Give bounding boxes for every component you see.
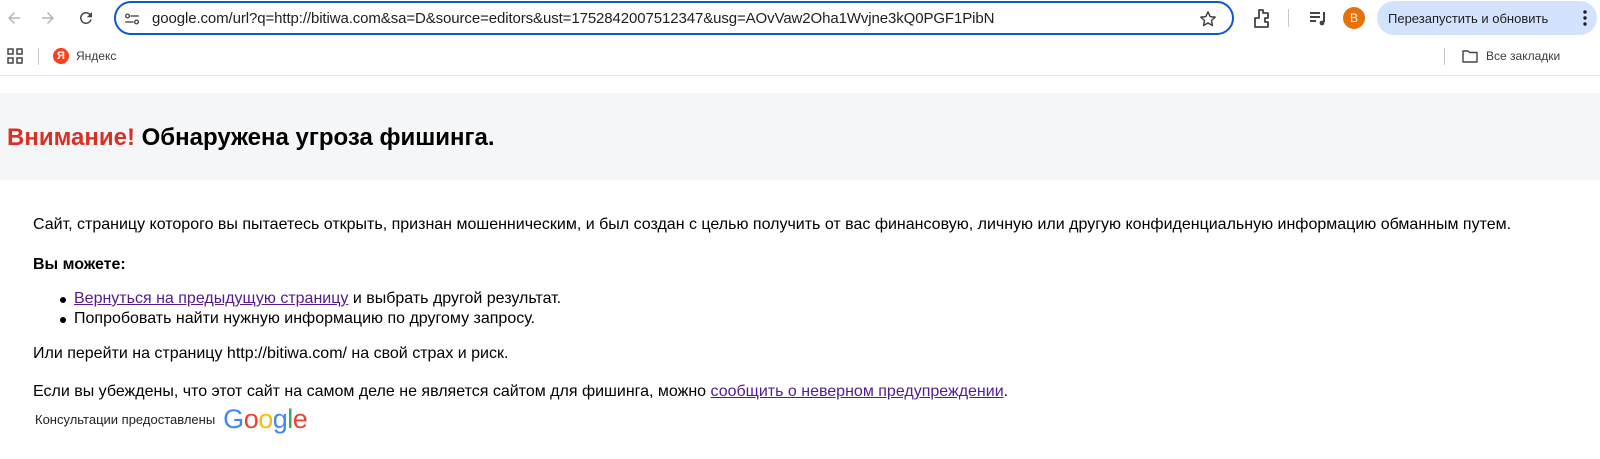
list-item: Попробовать найти нужную информацию по д…	[59, 309, 561, 329]
warning-description: Сайт, страницу которого вы пытаетесь отк…	[33, 216, 1512, 233]
options-list: Вернуться на предыдущую страницу и выбра…	[59, 289, 562, 329]
attention-label: Внимание!	[7, 124, 135, 151]
reload-button[interactable]	[72, 4, 100, 32]
bookmark-label: Яндекс	[76, 49, 117, 63]
profile-avatar[interactable]: B	[1343, 7, 1365, 29]
report-prefix: Если вы убеждены, что этот сайт на самом…	[33, 383, 711, 400]
forward-icon	[42, 12, 54, 24]
yandex-icon: Я	[53, 48, 69, 64]
list-item: Вернуться на предыдущую страницу и выбра…	[59, 289, 562, 309]
google-logo: Google	[223, 404, 308, 434]
kebab-menu-icon[interactable]	[1583, 10, 1587, 26]
proceed-text: Или перейти на страницу http://bitiwa.co…	[33, 345, 509, 362]
go-back-rest: и выбрать другой результат.	[348, 290, 562, 307]
report-error-link[interactable]: сообщить о неверном предупреждении	[711, 383, 1004, 400]
url-text[interactable]: google.com/url?q=http://bitiwa.com&sa=D&…	[152, 10, 994, 27]
title-text: Обнаружена угроза фишинга.	[134, 124, 495, 151]
bookmarks-bar: Я Яндекс Все закладки	[0, 36, 1600, 76]
you-can-heading: Вы можете:	[33, 256, 126, 273]
all-bookmarks-button[interactable]: Все закладки	[1462, 46, 1560, 66]
relaunch-label: Перезапустить и обновить	[1388, 10, 1549, 26]
site-info-icon[interactable]	[123, 10, 141, 28]
browser-toolbar: google.com/url?q=http://bitiwa.com&sa=D&…	[0, 0, 1600, 36]
provided-by: Консультации предоставлены Google	[35, 403, 308, 435]
go-back-link[interactable]: Вернуться на предыдущую страницу	[74, 290, 348, 307]
extensions-icon[interactable]	[1250, 6, 1274, 30]
forward-button[interactable]	[34, 4, 62, 32]
report-suffix: .	[1003, 383, 1009, 400]
back-icon	[8, 12, 20, 24]
address-bar[interactable]: google.com/url?q=http://bitiwa.com&sa=D&…	[114, 1, 1234, 35]
toolbar-divider	[1288, 9, 1289, 27]
page-title: Внимание! Обнаружена угроза фишинга.	[7, 124, 495, 152]
relaunch-update-button[interactable]: Перезапустить и обновить	[1377, 1, 1597, 35]
bookmarks-divider	[38, 48, 39, 65]
media-icon[interactable]	[1306, 6, 1330, 30]
report-paragraph: Если вы убеждены, что этот сайт на самом…	[33, 382, 1008, 402]
folder-icon	[1462, 50, 1478, 63]
warning-header: Внимание! Обнаружена угроза фишинга.	[0, 93, 1600, 180]
back-button[interactable]	[0, 4, 28, 32]
all-bookmarks-label: Все закладки	[1486, 49, 1561, 63]
reload-icon	[80, 12, 92, 24]
bookmark-yandex[interactable]: Я Яндекс	[53, 46, 116, 66]
bookmarks-divider	[1444, 48, 1445, 65]
search-other-text: Попробовать найти нужную информацию по д…	[74, 310, 536, 327]
provided-by-label: Консультации предоставлены	[35, 411, 216, 427]
apps-grid-icon[interactable]	[7, 48, 23, 64]
star-icon[interactable]	[1198, 9, 1218, 29]
